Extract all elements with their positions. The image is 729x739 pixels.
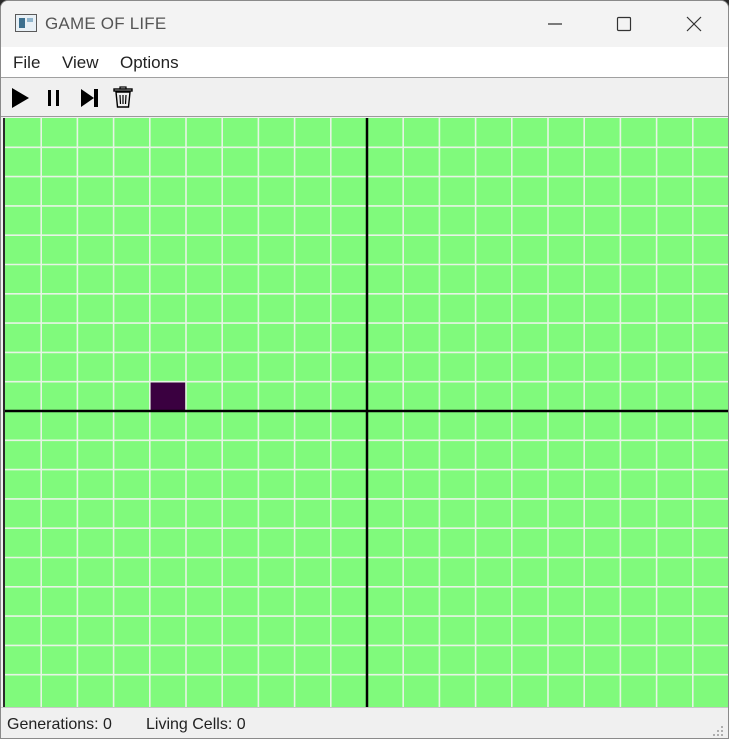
maximize-icon bbox=[616, 16, 632, 32]
step-button[interactable] bbox=[78, 86, 102, 110]
live-cell[interactable] bbox=[150, 382, 186, 411]
menu-options[interactable]: Options bbox=[120, 53, 179, 73]
minimize-button[interactable] bbox=[532, 1, 578, 47]
life-grid-canvas[interactable] bbox=[5, 118, 729, 707]
play-button[interactable] bbox=[9, 86, 33, 110]
resize-grip-icon[interactable] bbox=[710, 723, 724, 737]
pause-icon bbox=[48, 90, 59, 106]
status-bar: Generations: 0 Living Cells: 0 bbox=[1, 707, 728, 738]
menu-file[interactable]: File bbox=[13, 53, 40, 73]
play-icon bbox=[12, 88, 29, 108]
app-window-icon bbox=[15, 14, 37, 32]
window-title: GAME OF LIFE bbox=[45, 14, 167, 33]
generations-status: Generations: 0 bbox=[7, 716, 112, 733]
living-cells-status: Living Cells: 0 bbox=[146, 716, 246, 733]
toolbar bbox=[1, 79, 728, 117]
pause-button[interactable] bbox=[43, 86, 67, 110]
menu-view[interactable]: View bbox=[62, 53, 99, 73]
menu-bar: File View Options bbox=[1, 47, 728, 78]
maximize-button[interactable] bbox=[601, 1, 647, 47]
minimize-icon bbox=[548, 23, 562, 25]
title-bar[interactable]: GAME OF LIFE bbox=[1, 1, 728, 47]
step-icon bbox=[81, 89, 98, 107]
clear-button[interactable] bbox=[112, 86, 136, 110]
close-icon bbox=[686, 16, 702, 32]
life-grid[interactable] bbox=[3, 118, 729, 707]
app-window: GAME OF LIFE File View Options Generatio… bbox=[0, 0, 729, 739]
close-button[interactable] bbox=[671, 1, 717, 47]
trash-icon bbox=[113, 86, 133, 108]
